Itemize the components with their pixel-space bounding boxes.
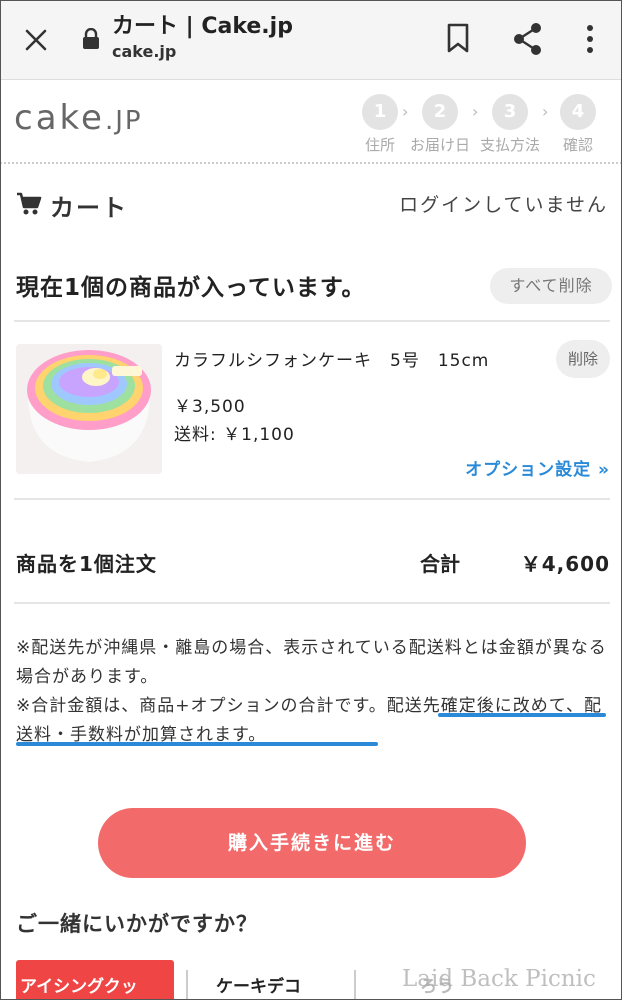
cart-title: カート bbox=[50, 194, 128, 222]
login-status[interactable]: ログインしていません bbox=[399, 190, 608, 217]
chevron-right-icon: › bbox=[472, 102, 479, 121]
product-price: ￥3,500 bbox=[174, 397, 246, 417]
bookmark-icon[interactable] bbox=[444, 22, 472, 54]
product-image[interactable] bbox=[16, 344, 162, 474]
cart-icon bbox=[16, 192, 42, 220]
underline-highlight bbox=[16, 742, 378, 746]
divider bbox=[14, 602, 610, 604]
underline-highlight bbox=[438, 713, 606, 717]
step-delivery-date: 2 お届け日 bbox=[410, 94, 470, 155]
item-count-text: 現在1個の商品が入っています。 bbox=[16, 275, 366, 301]
tab-cake-deco[interactable]: ケーキデコ bbox=[216, 972, 301, 997]
product-name[interactable]: カラフルシフォンケーキ 5号 15cm bbox=[174, 346, 489, 371]
share-icon[interactable] bbox=[512, 22, 544, 56]
url-text[interactable]: cake.jp bbox=[112, 42, 176, 61]
browser-toolbar: カート | Cake.jp cake.jp bbox=[0, 0, 622, 80]
cart-heading: カート bbox=[16, 188, 128, 223]
chevron-right-icon: › bbox=[402, 102, 409, 121]
step-confirm: 4 確認 bbox=[548, 94, 608, 155]
delete-all-button[interactable]: すべて削除 bbox=[490, 268, 612, 304]
more-options-icon[interactable] bbox=[580, 22, 600, 56]
close-icon[interactable] bbox=[18, 22, 54, 58]
tab-separator bbox=[186, 970, 188, 1000]
option-settings-link[interactable]: オプション設定 » bbox=[465, 455, 610, 480]
header-divider bbox=[0, 162, 622, 164]
watermark: Laid Back Picnic bbox=[402, 966, 596, 992]
step-address: 1 住所 bbox=[350, 94, 410, 155]
order-summary: 商品を1個注文 bbox=[16, 552, 157, 576]
site-logo[interactable]: cake.JP bbox=[14, 98, 143, 138]
total-label: 合計 bbox=[420, 552, 460, 576]
shipping-fee: 送料: ￥1,100 bbox=[174, 425, 295, 445]
divider bbox=[14, 498, 610, 500]
total-value: ￥4,600 bbox=[520, 552, 610, 576]
delete-item-button[interactable]: 削除 bbox=[556, 340, 610, 378]
step-payment: 3 支払方法 bbox=[480, 94, 540, 155]
divider bbox=[14, 320, 610, 322]
tab-separator bbox=[354, 970, 356, 1000]
checkout-steps: 1 住所 › 2 お届け日 › 3 支払方法 › 4 確認 bbox=[350, 94, 610, 154]
checkout-button[interactable]: 購入手続きに進む bbox=[98, 808, 526, 878]
tab-icing-cookie[interactable]: アイシングクッ bbox=[16, 960, 174, 1000]
lock-icon bbox=[82, 27, 100, 50]
suggestion-title: ご一緒にいかがですか？ bbox=[16, 912, 258, 936]
shipping-notice: ※配送先が沖縄県・離島の場合、表示されている配送料とは金額が異なる場合があります… bbox=[16, 638, 607, 745]
page-title: カート | Cake.jp bbox=[112, 14, 293, 39]
